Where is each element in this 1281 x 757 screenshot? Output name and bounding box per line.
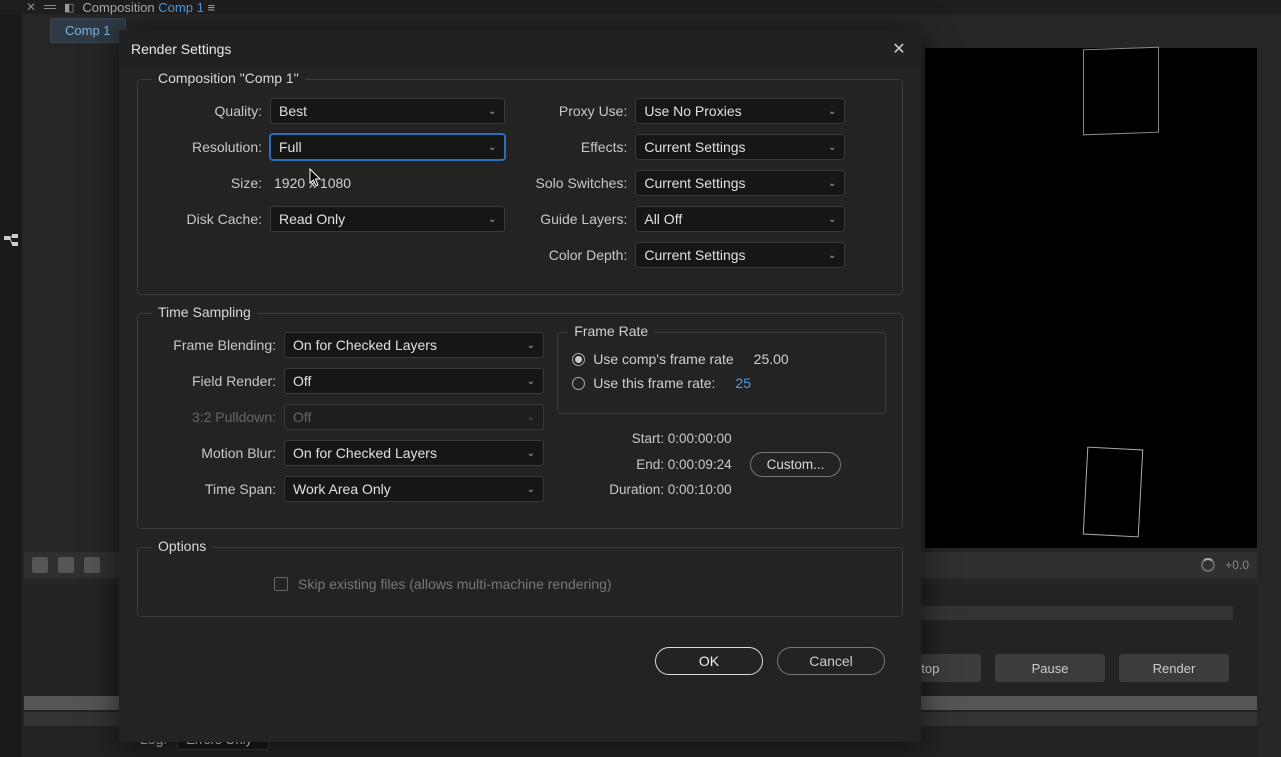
field-render-label: Field Render:	[154, 373, 284, 389]
size-value: 1920 x 1080	[270, 175, 351, 191]
proxy-select[interactable]: Use No Proxies⌄	[635, 98, 845, 124]
disk-cache-select[interactable]: Read Only⌄	[270, 206, 505, 232]
depth-select[interactable]: Current Settings⌄	[635, 242, 845, 268]
quality-label: Quality:	[154, 103, 270, 119]
close-icon[interactable]: ✕	[889, 39, 909, 59]
ok-button[interactable]: OK	[655, 647, 763, 675]
frame-blending-select[interactable]: On for Checked Layers⌄	[284, 332, 544, 358]
time-info-text: Start: 0:00:00:00 End: 0:00:09:24 Durati…	[609, 426, 731, 503]
pulldown-label: 3:2 Pulldown:	[154, 409, 284, 425]
solo-label: Solo Switches:	[505, 175, 635, 191]
cancel-button[interactable]: Cancel	[777, 647, 885, 675]
depth-label: Color Depth:	[505, 247, 635, 263]
composition-tabs: Comp 1	[50, 18, 126, 43]
resolution-select[interactable]: Full⌄	[270, 134, 505, 160]
quality-select[interactable]: Best⌄	[270, 98, 505, 124]
disk-cache-label: Disk Cache:	[154, 211, 270, 227]
effects-label: Effects:	[505, 139, 635, 155]
skip-files-checkbox	[274, 577, 288, 591]
composition-group: Composition "Comp 1" Quality: Best⌄ Prox…	[137, 79, 903, 295]
toolbar-icon-1[interactable]	[32, 557, 48, 573]
time-sampling-legend: Time Sampling	[152, 304, 257, 320]
comp-frame-rate-value: 25.00	[754, 351, 789, 367]
options-legend: Options	[152, 538, 212, 554]
resolution-label: Resolution:	[154, 139, 270, 155]
options-group: Options Skip existing files (allows mult…	[137, 547, 903, 617]
this-frame-rate-value[interactable]: 25	[735, 375, 751, 391]
render-button[interactable]: Render	[1119, 654, 1229, 682]
pulldown-select: Off⌄	[284, 404, 544, 430]
spinner-icon	[1201, 558, 1215, 572]
viewer-layer-outline-1[interactable]	[1083, 47, 1159, 136]
guide-label: Guide Layers:	[505, 211, 635, 227]
skip-files-label: Skip existing files (allows multi-machin…	[298, 576, 612, 592]
proxy-label: Proxy Use:	[505, 103, 635, 119]
frame-blending-label: Frame Blending:	[154, 337, 284, 353]
left-panel-icon[interactable]	[3, 232, 19, 248]
progress-strip	[913, 606, 1233, 620]
field-render-select[interactable]: Off⌄	[284, 368, 544, 394]
pin-icon[interactable]: ◧	[64, 1, 74, 14]
time-sampling-group: Time Sampling Frame Blending: On for Che…	[137, 313, 903, 529]
effects-select[interactable]: Current Settings⌄	[635, 134, 845, 160]
dialog-titlebar[interactable]: Render Settings ✕	[119, 30, 921, 67]
frame-rate-group: Frame Rate Use comp's frame rate 25.00 U…	[557, 332, 886, 414]
toolbar-icon-3[interactable]	[84, 557, 100, 573]
panel-tab-bar: ✕ ◧ Composition Comp 1 ≡	[26, 0, 215, 14]
toolbar-icon-2[interactable]	[58, 557, 74, 573]
custom-button[interactable]: Custom...	[750, 452, 842, 477]
radio-comp-frame-rate[interactable]	[572, 353, 585, 366]
time-span-select[interactable]: Work Area Only⌄	[284, 476, 544, 502]
radio-this-frame-rate[interactable]	[572, 377, 585, 390]
radio-comp-label[interactable]: Use comp's frame rate	[593, 351, 733, 367]
motion-blur-label: Motion Blur:	[154, 445, 284, 461]
frame-rate-legend: Frame Rate	[568, 323, 654, 339]
menu-icon[interactable]	[44, 5, 56, 9]
left-panel	[0, 14, 22, 757]
tab-comp-1[interactable]: Comp 1	[50, 18, 126, 43]
guide-select[interactable]: All Off⌄	[635, 206, 845, 232]
dialog-title: Render Settings	[131, 41, 231, 57]
close-icon[interactable]: ✕	[26, 2, 36, 12]
motion-blur-select[interactable]: On for Checked Layers⌄	[284, 440, 544, 466]
render-settings-dialog: Render Settings ✕ Composition "Comp 1" Q…	[119, 30, 921, 742]
size-label: Size:	[154, 175, 270, 191]
radio-this-label[interactable]: Use this frame rate:	[593, 375, 715, 391]
zoom-text[interactable]: +0.0	[1225, 558, 1249, 572]
composition-legend: Composition "Comp 1"	[152, 70, 305, 86]
viewer-layer-outline-2[interactable]	[1083, 447, 1144, 538]
pause-button[interactable]: Pause	[995, 654, 1105, 682]
solo-select[interactable]: Current Settings⌄	[635, 170, 845, 196]
time-span-label: Time Span:	[154, 481, 284, 497]
panel-title: Composition Comp 1 ≡	[82, 0, 215, 15]
